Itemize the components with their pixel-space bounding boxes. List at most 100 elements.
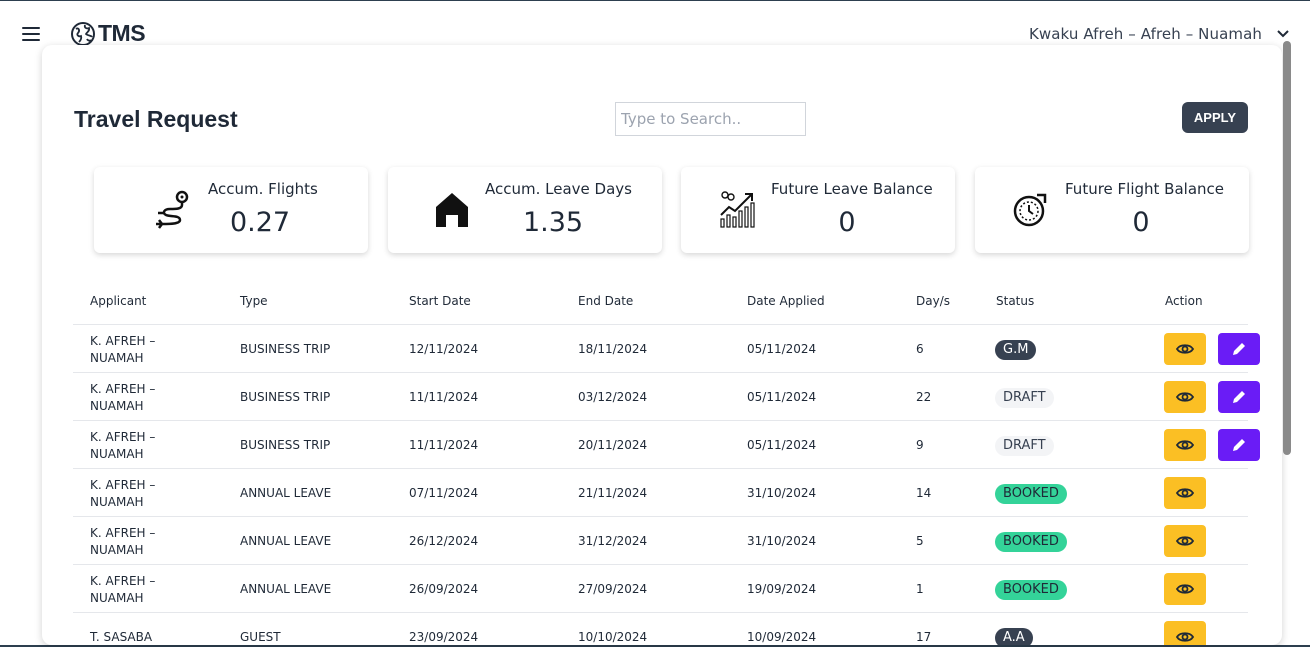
status-badge: BOOKED	[995, 484, 1067, 504]
view-button[interactable]	[1164, 573, 1206, 605]
column-header-start-date[interactable]: Start Date	[409, 294, 471, 308]
house-icon	[436, 193, 468, 227]
status-badge: BOOKED	[995, 580, 1067, 600]
travel-request-card: Travel Request APPLY Accum. Flights 0.27…	[42, 45, 1282, 645]
eye-icon	[1176, 536, 1194, 546]
apply-button[interactable]: APPLY	[1182, 102, 1248, 133]
cell-date-applied: 05/11/2024	[747, 438, 817, 452]
cell-date-applied: 31/10/2024	[747, 486, 817, 500]
cell-applicant: K. AFREH – NUAMAH	[90, 382, 156, 413]
clock-cycle-icon	[1013, 193, 1047, 227]
globe-icon	[71, 21, 95, 46]
cell-end-date: 10/10/2024	[578, 630, 648, 644]
table-row[interactable]: K. AFREH – NUAMAH ANNUAL LEAVE 26/12/202…	[73, 517, 1248, 565]
cell-applicant: K. AFREH – NUAMAH	[90, 478, 156, 509]
status-badge: DRAFT	[995, 436, 1054, 456]
table-header: Applicant Type Start Date End Date Date …	[73, 281, 1248, 325]
growth-chart-icon	[720, 191, 755, 228]
pencil-icon	[1233, 343, 1245, 355]
status-badge: G.M	[995, 340, 1037, 360]
edit-button[interactable]	[1218, 333, 1260, 365]
cell-end-date: 27/09/2024	[578, 582, 648, 596]
table-row[interactable]: K. AFREH – NUAMAH BUSINESS TRIP 11/11/20…	[73, 421, 1260, 469]
cell-days: 17	[916, 630, 932, 644]
stat-value: 0	[1132, 207, 1150, 238]
cell-end-date: 31/12/2024	[578, 534, 648, 548]
cell-end-date: 21/11/2024	[578, 486, 648, 500]
cell-start-date: 11/11/2024	[409, 390, 479, 404]
cell-start-date: 26/09/2024	[409, 582, 479, 596]
cell-type: ANNUAL LEAVE	[240, 534, 332, 548]
cell-applicant: K. AFREH – NUAMAH	[90, 334, 156, 365]
column-header-status[interactable]: Status	[996, 294, 1034, 308]
cell-start-date: 26/12/2024	[409, 534, 479, 548]
column-header-end-date[interactable]: End Date	[578, 294, 633, 308]
table-row[interactable]: K. AFREH – NUAMAH ANNUAL LEAVE 26/09/202…	[73, 565, 1248, 613]
scrollbar-thumb[interactable]	[1283, 41, 1291, 455]
search-input[interactable]	[615, 102, 806, 136]
pencil-icon	[1233, 439, 1245, 451]
eye-icon	[1176, 488, 1194, 498]
stat-value: 1.35	[522, 207, 584, 238]
cell-type: GUEST	[240, 630, 281, 644]
stat-accum-flights: Accum. Flights 0.27	[94, 167, 368, 253]
cell-applicant: T. SASABA	[90, 630, 153, 644]
table-row[interactable]: T. SASABA GUEST 23/09/2024 10/10/2024 10…	[73, 613, 1248, 645]
cell-start-date: 07/11/2024	[409, 486, 479, 500]
eye-icon	[1176, 344, 1194, 354]
cell-days: 5	[916, 534, 924, 548]
cell-applicant: K. AFREH – NUAMAH	[90, 574, 156, 605]
user-name[interactable]: Kwaku Afreh – Afreh – Nuamah	[1029, 25, 1262, 43]
cell-date-applied: 05/11/2024	[747, 342, 817, 356]
cell-applicant: K. AFREH – NUAMAH	[90, 430, 156, 461]
table-row[interactable]: K. AFREH – NUAMAH BUSINESS TRIP 11/11/20…	[73, 373, 1260, 421]
stat-value: 0.27	[229, 207, 291, 238]
column-header-applicant[interactable]: Applicant	[90, 294, 146, 308]
view-button[interactable]	[1164, 333, 1206, 365]
stat-value: 0	[838, 207, 856, 238]
view-button[interactable]	[1164, 621, 1206, 645]
stat-future-flight-balance: Future Flight Balance 0	[975, 167, 1249, 253]
column-header-type[interactable]: Type	[240, 294, 268, 308]
cell-end-date: 03/12/2024	[578, 390, 648, 404]
eye-icon	[1176, 440, 1194, 450]
view-button[interactable]	[1164, 381, 1206, 413]
column-header-days[interactable]: Day/s	[916, 294, 950, 308]
stat-label: Future Flight Balance	[1065, 180, 1225, 198]
cell-start-date: 12/11/2024	[409, 342, 479, 356]
logo-text: TMS	[98, 20, 146, 46]
stat-label: Accum. Flights	[208, 180, 318, 198]
chevron-down-icon[interactable]	[1276, 27, 1290, 41]
status-badge: DRAFT	[995, 388, 1054, 408]
cell-days: 22	[916, 390, 932, 404]
app-frame: TMS Kwaku Afreh – Afreh – Nuamah Travel …	[0, 0, 1310, 647]
page-title: Travel Request	[74, 106, 238, 132]
cell-type: BUSINESS TRIP	[240, 342, 331, 356]
view-button[interactable]	[1164, 525, 1206, 557]
cell-date-applied: 10/09/2024	[747, 630, 817, 644]
menu-icon[interactable]	[22, 26, 40, 42]
status-badge: BOOKED	[995, 532, 1067, 552]
eye-icon	[1176, 392, 1194, 402]
table-row[interactable]: K. AFREH – NUAMAH ANNUAL LEAVE 07/11/202…	[73, 469, 1248, 517]
logo: TMS	[70, 20, 146, 47]
cell-date-applied: 31/10/2024	[747, 534, 817, 548]
edit-button[interactable]	[1218, 381, 1260, 413]
column-header-date-applied[interactable]: Date Applied	[747, 294, 825, 308]
column-header-action: Action	[1165, 294, 1203, 308]
edit-button[interactable]	[1218, 429, 1260, 461]
cell-days: 9	[916, 438, 924, 452]
cell-type: BUSINESS TRIP	[240, 438, 331, 452]
eye-icon	[1176, 632, 1194, 642]
view-button[interactable]	[1164, 477, 1206, 509]
view-button[interactable]	[1164, 429, 1206, 461]
cell-type: ANNUAL LEAVE	[240, 486, 332, 500]
stat-accum-leave-days: Accum. Leave Days 1.35	[388, 167, 662, 253]
cell-days: 1	[916, 582, 924, 596]
stat-future-leave-balance: Future Leave Balance 0	[681, 167, 955, 253]
cell-end-date: 18/11/2024	[578, 342, 648, 356]
cell-date-applied: 19/09/2024	[747, 582, 817, 596]
cell-end-date: 20/11/2024	[578, 438, 648, 452]
cell-days: 6	[916, 342, 924, 356]
table-row[interactable]: K. AFREH – NUAMAH BUSINESS TRIP 12/11/20…	[73, 325, 1260, 373]
